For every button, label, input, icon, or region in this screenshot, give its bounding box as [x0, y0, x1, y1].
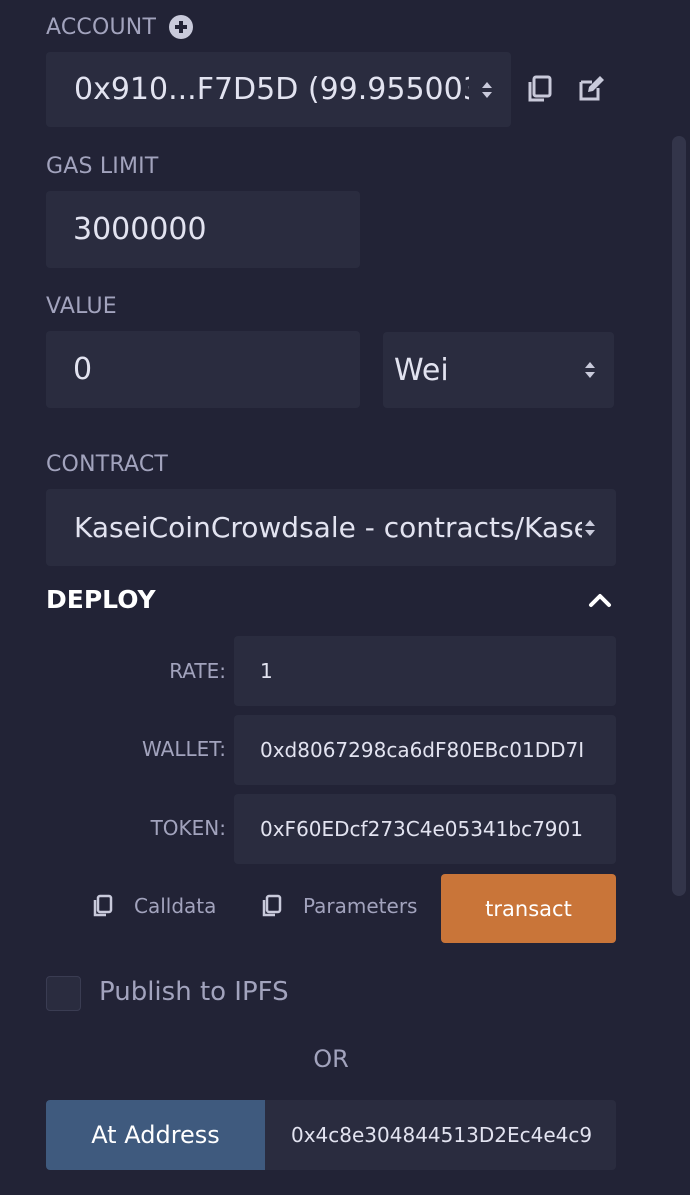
gas-limit-label: GAS LIMIT [46, 154, 159, 179]
token-input[interactable]: 0xF60EDcf273C4e05341bc7901 [234, 794, 616, 864]
rate-label: RATE: [169, 659, 226, 683]
deploy-title: DEPLOY [46, 585, 156, 614]
contract-select[interactable]: KaseiCoinCrowdsale - contracts/Kasei [46, 489, 616, 566]
chevron-up-icon[interactable] [588, 589, 612, 611]
account-select[interactable]: 0x910...F7D5D (99.955003 [46, 52, 511, 127]
transact-button[interactable]: transact [441, 874, 616, 943]
select-arrows-icon [585, 362, 595, 378]
select-arrows-icon [482, 81, 492, 98]
calldata-label: Calldata [134, 894, 217, 918]
publish-ipfs-checkbox[interactable] [46, 976, 81, 1011]
value-label: VALUE [46, 294, 117, 319]
value-unit-select[interactable]: Wei [383, 332, 614, 408]
at-address-button[interactable]: At Address [46, 1100, 265, 1170]
at-address-input[interactable]: 0x4c8e304844513D2Ec4e4c9 [265, 1100, 616, 1170]
wallet-label: WALLET: [141, 737, 226, 761]
or-divider: OR [313, 1045, 349, 1073]
scrollbar[interactable] [672, 136, 686, 896]
contract-select-value: KaseiCoinCrowdsale - contracts/Kasei [74, 511, 582, 544]
copy-icon [93, 894, 113, 917]
rate-input[interactable]: 1 [234, 636, 616, 706]
copy-icon [262, 894, 282, 917]
account-header: ACCOUNT [46, 14, 194, 40]
copy-account-icon[interactable] [526, 75, 554, 103]
token-label: TOKEN: [150, 816, 226, 840]
value-unit-value: Wei [394, 352, 449, 388]
select-arrows-icon [585, 519, 595, 536]
edit-account-icon[interactable] [578, 74, 606, 102]
gas-limit-input[interactable]: 3000000 [46, 191, 360, 268]
add-account-icon[interactable] [168, 14, 194, 40]
wallet-input[interactable]: 0xd8067298ca6dF80EBc01DD7I [234, 715, 616, 785]
parameters-button[interactable]: Parameters [261, 894, 417, 918]
publish-ipfs-label: Publish to IPFS [99, 977, 289, 1007]
contract-label: CONTRACT [46, 452, 169, 477]
calldata-button[interactable]: Calldata [92, 894, 216, 918]
parameters-label: Parameters [303, 894, 418, 918]
value-input[interactable]: 0 [46, 331, 360, 408]
account-select-value: 0x910...F7D5D (99.955003 [74, 72, 469, 107]
account-label: ACCOUNT [46, 14, 157, 40]
